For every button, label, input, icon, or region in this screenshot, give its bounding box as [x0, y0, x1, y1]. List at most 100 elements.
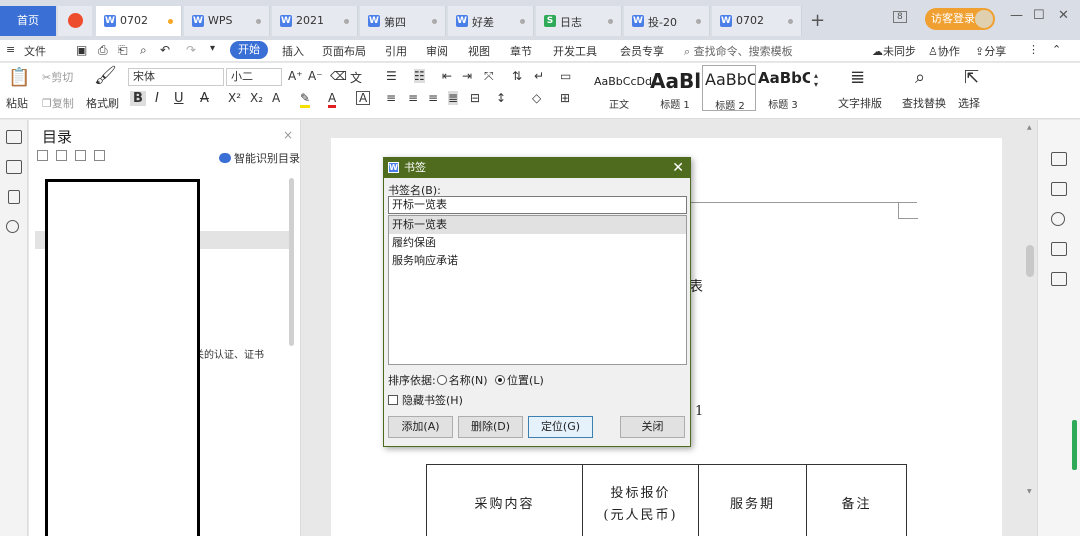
review-icon[interactable]: [1051, 272, 1067, 286]
close-button[interactable]: 关闭: [620, 416, 685, 438]
toc-close-icon[interactable]: ×: [283, 128, 293, 142]
borders-icon[interactable]: ⊞: [560, 91, 570, 105]
find-icon[interactable]: ⌕: [915, 67, 925, 88]
export-icon[interactable]: ⎙: [98, 43, 108, 58]
new-tab-plus-icon[interactable]: +: [810, 10, 825, 31]
document-scrollbar[interactable]: ▲ ▼: [1024, 120, 1036, 536]
command-search[interactable]: ⌕ 查找命令、搜索模板: [684, 43, 793, 59]
hide-bookmarks-option[interactable]: 隐藏书签(H): [388, 392, 463, 408]
menu-chapter[interactable]: 章节: [510, 43, 532, 59]
italic-icon[interactable]: I: [155, 91, 159, 106]
menu-view[interactable]: 视图: [468, 43, 490, 59]
doc-tab-6[interactable]: S 日志: [536, 6, 622, 36]
print-icon[interactable]: ⎗: [118, 43, 128, 58]
scroll-down-icon[interactable]: ▼: [1027, 488, 1032, 495]
style-heading-2[interactable]: AaBbC 标题 2: [702, 65, 756, 111]
sort-name-radio[interactable]: [436, 375, 447, 385]
help-icon[interactable]: [1051, 212, 1065, 226]
menu-file[interactable]: 文件: [24, 43, 46, 59]
menu-insert[interactable]: 插入: [282, 43, 304, 59]
font-family-select[interactable]: 宋体: [128, 68, 224, 86]
select-button[interactable]: 选择: [958, 95, 980, 111]
align-left-icon[interactable]: ≡: [386, 91, 396, 105]
font-grow-icon[interactable]: A⁺: [288, 69, 303, 83]
search-icon[interactable]: [6, 220, 19, 233]
table-border-icon[interactable]: ▭: [560, 69, 571, 83]
cut-button[interactable]: ✂剪切: [42, 69, 73, 85]
paste-button[interactable]: 粘贴: [6, 95, 28, 111]
format-painter-icon[interactable]: 🖌: [94, 65, 117, 86]
dialog-title-bar[interactable]: W 书签 ✕: [384, 158, 690, 178]
toc-scrollbar[interactable]: [289, 178, 294, 346]
align-right-icon[interactable]: ≡: [428, 91, 438, 105]
doc-tab-1[interactable]: W 0702: [96, 6, 182, 36]
table-header-cell[interactable]: 备注: [806, 464, 907, 536]
underline-icon[interactable]: U: [174, 91, 184, 106]
paste-icon[interactable]: 📋: [8, 67, 30, 88]
style-heading-1[interactable]: AaBl 标题 1: [648, 65, 702, 111]
unsync-button[interactable]: ☁未同步: [872, 43, 916, 59]
bookmark-list-item[interactable]: 开标一览表: [389, 216, 686, 234]
sort-position-radio[interactable]: [495, 375, 506, 385]
superscript-icon[interactable]: X²: [228, 91, 241, 105]
text-layout-icon[interactable]: ≣: [850, 67, 865, 88]
sort-position-label[interactable]: 位置(L): [507, 374, 544, 387]
quick-access-dropdown-icon[interactable]: ▾: [210, 43, 215, 54]
settings-sliders-icon[interactable]: [1051, 242, 1067, 256]
format-painter-button[interactable]: 格式刷: [86, 95, 119, 111]
toc-panel-icon[interactable]: [6, 130, 22, 144]
side-handle-icon[interactable]: [1072, 420, 1077, 470]
show-marks-icon[interactable]: ↵: [534, 69, 544, 83]
edit-pen-icon[interactable]: [1051, 152, 1067, 166]
copy-button[interactable]: ❐复制: [42, 95, 74, 111]
find-replace-button[interactable]: 查找替换: [902, 95, 946, 111]
table-header-cell[interactable]: 采购内容: [426, 464, 583, 536]
menu-review[interactable]: 审阅: [426, 43, 448, 59]
goto-button[interactable]: 定位(G): [528, 416, 593, 438]
highlight-icon[interactable]: ✎: [300, 91, 311, 108]
collapse-ribbon-icon[interactable]: ⌃: [1052, 43, 1061, 56]
bookmark-icon[interactable]: [8, 190, 20, 204]
delete-button[interactable]: 删除(D): [458, 416, 523, 438]
strikethrough-icon[interactable]: A: [200, 91, 209, 106]
shading-icon[interactable]: ◇: [532, 91, 541, 105]
increase-indent-icon[interactable]: ⇥: [462, 69, 472, 83]
menu-references[interactable]: 引用: [385, 43, 407, 59]
font-size-select[interactable]: 小二: [226, 68, 282, 86]
menu-page-layout[interactable]: 页面布局: [322, 43, 366, 59]
style-normal[interactable]: AaBbCcDd 正文: [592, 65, 652, 111]
add-button[interactable]: 添加(A): [388, 416, 453, 438]
share-button[interactable]: ⇪分享: [975, 43, 1006, 59]
bullet-list-icon[interactable]: ☰: [386, 69, 397, 83]
bookmark-list-item[interactable]: 服务响应承诺: [389, 252, 686, 270]
tab-count-badge[interactable]: 8: [893, 11, 907, 23]
collapse-all-icon[interactable]: [56, 150, 67, 161]
dialog-close-icon[interactable]: ✕: [672, 158, 684, 178]
redo-icon[interactable]: ↷: [186, 43, 196, 57]
line-spacing-icon[interactable]: ↕: [496, 91, 506, 105]
maximize-icon[interactable]: ☐: [1033, 8, 1045, 23]
font-shrink-icon[interactable]: A⁻: [308, 69, 323, 83]
home-tab[interactable]: 首页: [0, 6, 56, 36]
styles-scroll-icon[interactable]: ▴ ▾: [814, 71, 818, 89]
scroll-thumb[interactable]: [1026, 245, 1034, 277]
bookmark-list-item[interactable]: 履约保函: [389, 234, 686, 252]
doc-tab-2[interactable]: W WPS: [184, 6, 270, 36]
sort-icon[interactable]: ⇅: [512, 69, 522, 83]
hide-bookmarks-checkbox[interactable]: [388, 395, 398, 405]
text-effect-icon[interactable]: A: [272, 91, 280, 105]
cursor-icon[interactable]: [1051, 182, 1067, 196]
collab-button[interactable]: ♙协作: [928, 43, 960, 59]
phonetic-icon[interactable]: 文: [350, 69, 362, 86]
undo-icon[interactable]: ↶: [160, 43, 170, 57]
table-header-cell[interactable]: 投标报价 (元人民币): [582, 464, 699, 536]
minimize-icon[interactable]: —: [1010, 8, 1023, 23]
numbered-list-icon[interactable]: ☷: [414, 69, 425, 83]
toc-item-partial[interactable]: 关的认证、证书: [194, 346, 264, 361]
expand-all-icon[interactable]: [37, 150, 48, 161]
hamburger-icon[interactable]: ≡: [6, 43, 15, 56]
save-icon[interactable]: ▣: [76, 43, 87, 57]
clear-format-icon[interactable]: ⌫: [330, 69, 347, 83]
bookmark-name-input[interactable]: 开标一览表: [388, 196, 687, 214]
print-preview-icon[interactable]: ⌕: [140, 43, 147, 58]
